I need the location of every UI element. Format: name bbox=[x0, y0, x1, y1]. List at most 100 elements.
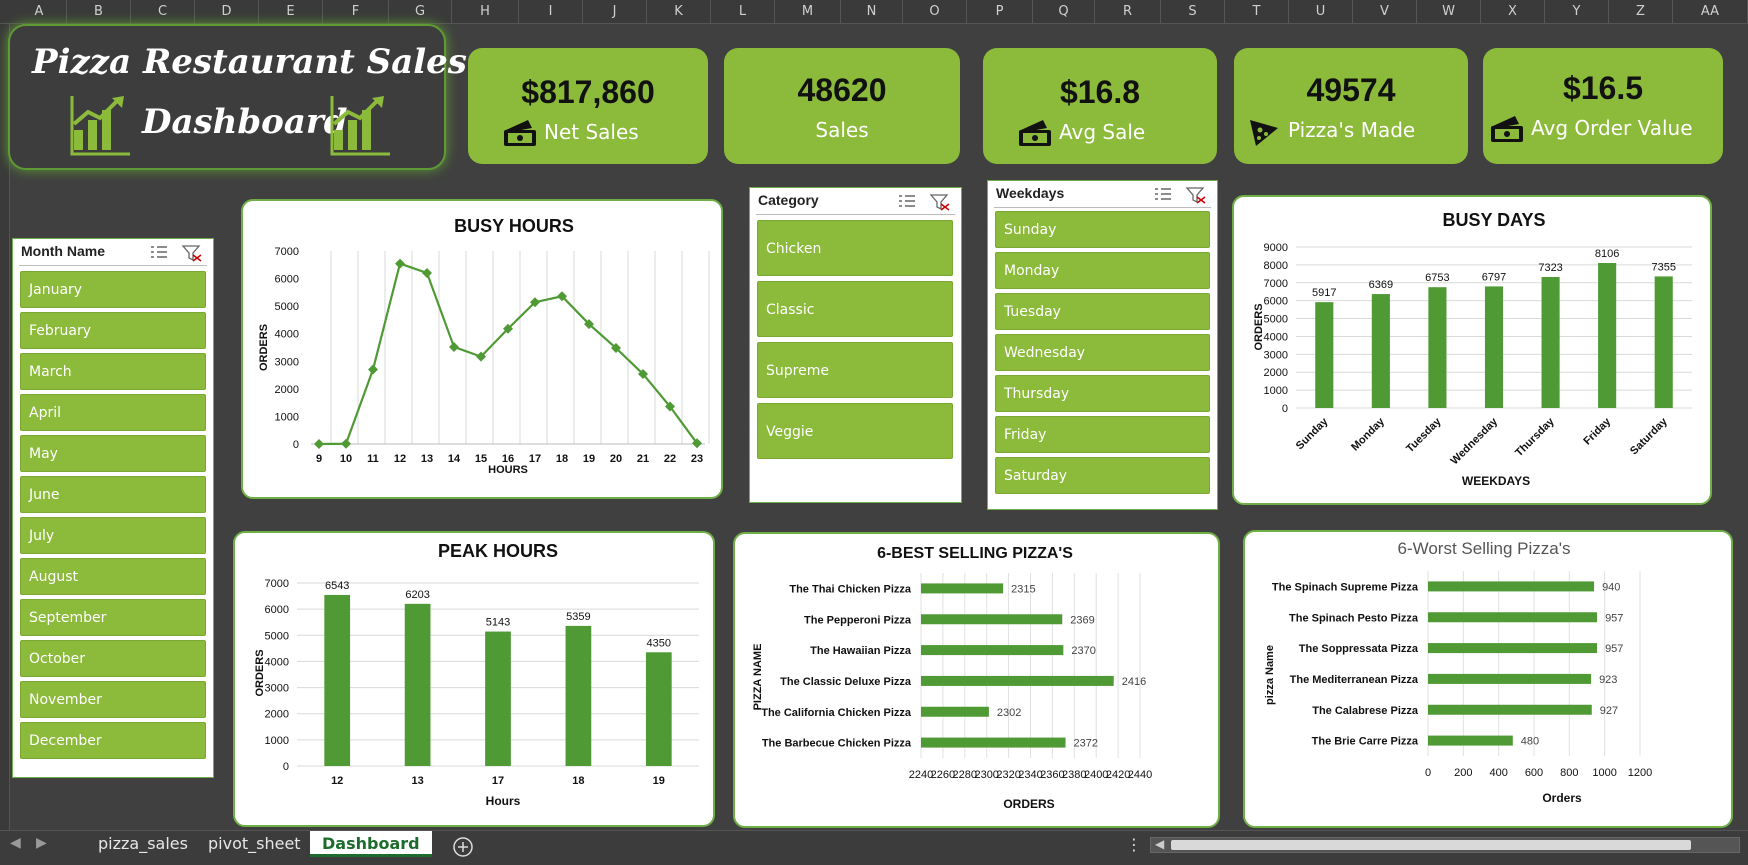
column-header-j[interactable]: J bbox=[583, 0, 647, 24]
y-tick-label: The Thai Chicken Pizza bbox=[789, 583, 912, 595]
x-tick-label: 2400 bbox=[1084, 769, 1108, 781]
slicer-item-january[interactable]: January bbox=[20, 271, 206, 308]
column-header-a[interactable]: A bbox=[12, 0, 67, 24]
chart-title: 6-Worst Selling Pizza's bbox=[1398, 539, 1571, 558]
column-header-v[interactable]: V bbox=[1353, 0, 1417, 24]
slicer-item-friday[interactable]: Friday bbox=[995, 416, 1210, 453]
column-header-bar: A B C D E F G H I J K L M N O P Q R S T U V W X Y Z AA bbox=[0, 0, 1748, 24]
slicer-multiselect-icon[interactable] bbox=[1153, 186, 1207, 204]
x-tick-label: 12 bbox=[394, 453, 406, 465]
x-tick-label: Saturday bbox=[1628, 415, 1670, 457]
slicer-multiselect-icon[interactable] bbox=[149, 244, 203, 262]
y-axis-label: PIZZA NAME bbox=[752, 644, 764, 711]
bar bbox=[565, 625, 592, 766]
slicer-item-wednesday[interactable]: Wednesday bbox=[995, 334, 1210, 371]
slicer-item-saturday[interactable]: Saturday bbox=[995, 457, 1210, 494]
slicer-divider bbox=[756, 214, 955, 215]
column-header-b[interactable]: B bbox=[67, 0, 131, 24]
slicer-item-march[interactable]: March bbox=[20, 353, 206, 390]
column-header-q[interactable]: Q bbox=[1033, 0, 1095, 24]
column-header-n[interactable]: N bbox=[841, 0, 903, 24]
scrollbar-thumb[interactable] bbox=[1171, 840, 1691, 850]
x-axis-label: Orders bbox=[1542, 791, 1582, 805]
data-label: 480 bbox=[1521, 736, 1539, 748]
dashboard-title-line1: Pizza Restaurant Sales bbox=[32, 42, 467, 82]
column-header-k[interactable]: K bbox=[647, 0, 711, 24]
scrollbar-left-arrow-icon[interactable]: ◀ bbox=[1155, 837, 1164, 851]
slicer-item-veggie[interactable]: Veggie bbox=[757, 403, 953, 459]
y-tick-label: 5000 bbox=[1264, 314, 1288, 326]
slicer-divider bbox=[19, 265, 207, 266]
bar bbox=[1428, 287, 1447, 408]
column-header-r[interactable]: R bbox=[1095, 0, 1161, 24]
column-header-z[interactable]: Z bbox=[1609, 0, 1673, 24]
add-sheet-icon[interactable] bbox=[452, 836, 474, 858]
slicer-item-november[interactable]: November bbox=[20, 681, 206, 718]
data-point bbox=[395, 258, 405, 269]
scroll-left-icon[interactable]: ◀ bbox=[10, 835, 21, 851]
weekdays-slicer: Weekdays Sunday Monday Tuesday Wednesday Thu… bbox=[987, 180, 1218, 510]
column-header-o[interactable]: O bbox=[903, 0, 967, 24]
tab-pizza-sales[interactable]: pizza_sales bbox=[86, 831, 200, 857]
column-header-y[interactable]: Y bbox=[1545, 0, 1609, 24]
slicer-item-august[interactable]: August bbox=[20, 558, 206, 595]
slicer-item-september[interactable]: September bbox=[20, 599, 206, 636]
x-axis-label: WEEKDAYS bbox=[1462, 474, 1530, 488]
x-tick-label: 2380 bbox=[1062, 769, 1086, 781]
column-header-c[interactable]: C bbox=[131, 0, 195, 24]
column-header-f[interactable]: F bbox=[323, 0, 389, 24]
slicer-multiselect-icon[interactable] bbox=[897, 193, 951, 211]
chart-title: BUSY DAYS bbox=[1442, 210, 1545, 230]
column-header-e[interactable]: E bbox=[259, 0, 323, 24]
column-header-t[interactable]: T bbox=[1225, 0, 1289, 24]
column-header-g[interactable]: G bbox=[389, 0, 452, 24]
column-header-h[interactable]: H bbox=[452, 0, 519, 24]
column-header-i[interactable]: I bbox=[519, 0, 583, 24]
busy-days-card: BUSY DAYS 0 1000 2000 3000 4000 5000 6000 7000 80… bbox=[1232, 195, 1712, 505]
more-options-icon[interactable]: ⋮ bbox=[1126, 835, 1142, 854]
column-header-x[interactable]: X bbox=[1481, 0, 1545, 24]
column-header-m[interactable]: M bbox=[775, 0, 841, 24]
tab-dashboard[interactable]: Dashboard bbox=[310, 831, 432, 857]
slicer-item-supreme[interactable]: Supreme bbox=[757, 342, 953, 398]
column-header-s[interactable]: S bbox=[1161, 0, 1225, 24]
slicer-item-february[interactable]: February bbox=[20, 312, 206, 349]
horizontal-scrollbar[interactable]: ◀ bbox=[1150, 837, 1740, 853]
column-header-w[interactable]: W bbox=[1417, 0, 1481, 24]
x-tick-label: 20 bbox=[610, 453, 622, 465]
kpi-card: 48620 Sales bbox=[724, 48, 960, 164]
slicer-item-classic[interactable]: Classic bbox=[757, 281, 953, 337]
x-tick-label: 12 bbox=[331, 775, 343, 787]
tab-pivot-sheet[interactable]: pivot_sheet bbox=[196, 831, 313, 857]
slicer-item-october[interactable]: October bbox=[20, 640, 206, 677]
x-tick-label: Thursday bbox=[1513, 415, 1557, 459]
slicer-item-july[interactable]: July bbox=[20, 517, 206, 554]
scroll-right-icon[interactable]: ▶ bbox=[36, 835, 47, 851]
data-label: 8106 bbox=[1595, 248, 1619, 260]
slicer-item-june[interactable]: June bbox=[20, 476, 206, 513]
y-axis-label: ORDERS bbox=[254, 649, 266, 696]
slicer-item-monday[interactable]: Monday bbox=[995, 252, 1210, 289]
column-header-u[interactable]: U bbox=[1289, 0, 1353, 24]
y-axis-label: pizza Name bbox=[1264, 645, 1276, 705]
slicer-item-thursday[interactable]: Thursday bbox=[995, 375, 1210, 412]
slicer-item-may[interactable]: May bbox=[20, 435, 206, 472]
column-header-aa[interactable]: AA bbox=[1673, 0, 1748, 24]
slicer-item-chicken[interactable]: Chicken bbox=[757, 220, 953, 276]
slicer-item-tuesday[interactable]: Tuesday bbox=[995, 293, 1210, 330]
slicer-item-april[interactable]: April bbox=[20, 394, 206, 431]
data-point bbox=[449, 341, 459, 352]
bar bbox=[1428, 612, 1598, 623]
column-header-l[interactable]: L bbox=[711, 0, 775, 24]
slicer-title: Month Name bbox=[21, 243, 105, 259]
slicer-item-december[interactable]: December bbox=[20, 722, 206, 759]
slicer-item-sunday[interactable]: Sunday bbox=[995, 211, 1210, 248]
bar bbox=[1541, 276, 1560, 408]
bar bbox=[921, 614, 1063, 625]
x-tick-label: 13 bbox=[411, 775, 423, 787]
column-header-d[interactable]: D bbox=[195, 0, 259, 24]
x-tick-label: 2360 bbox=[1040, 769, 1064, 781]
column-header-p[interactable]: P bbox=[967, 0, 1033, 24]
x-tick-label: 200 bbox=[1454, 767, 1472, 779]
data-point bbox=[314, 438, 324, 449]
